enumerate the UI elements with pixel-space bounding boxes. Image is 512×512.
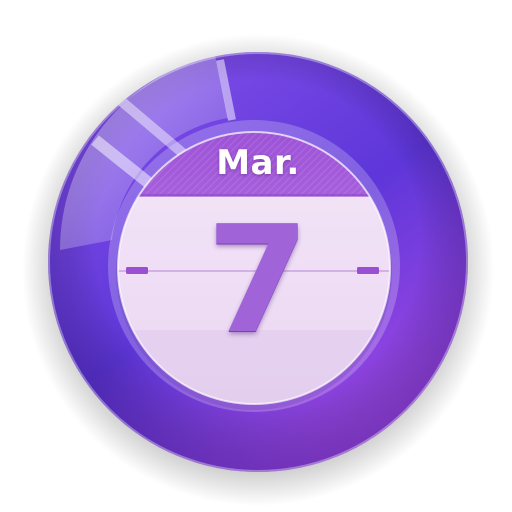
ring-mark-left [126,267,148,274]
day-number: 7 [206,194,310,366]
month-label: Mar. [216,143,300,183]
ring-mark-right [357,267,379,274]
calendar-app-icon[interactable]: Mar. 7 [0,0,512,512]
